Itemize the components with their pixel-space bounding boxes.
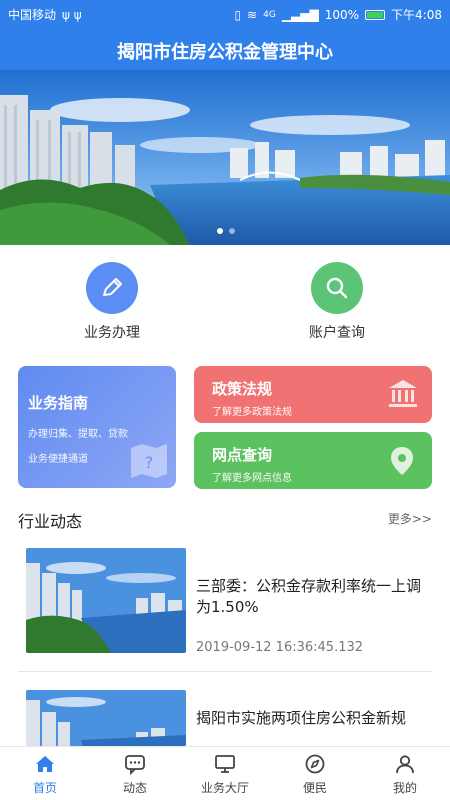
app-header: 中国移动 ψ ψ ▯ ≋ 4G ▁▃▅▇ 100% 下午4:08 揭阳市住房公积… [0,0,450,70]
wifi-icon: ≋ [247,7,258,22]
guide-title: 业务指南 [28,394,89,412]
news-date: 2019-09-12 16:36:45.132 [196,640,364,655]
quick-action-business[interactable]: 业务办理 [42,262,182,342]
quick-action-business-circle [86,262,138,314]
policy-title: 政策法规 [212,380,273,398]
home-icon [36,756,54,772]
carousel-dot-2[interactable] [229,228,235,234]
search-icon [326,277,348,299]
guide-line-1: 办理归集、提取、贷款 [28,429,128,440]
outlets-subtitle: 了解更多网点信息 [212,473,292,484]
news-item[interactable]: 三部委：公积金存款利率统一上调为1.50% 2019-09-12 16:36:4… [18,548,432,658]
tab-service-hall-label: 业务大厅 [200,781,249,795]
quick-action-account-label: 账户查询 [309,325,365,341]
bottom-nav: 首页 动态 业务大厅 便民 我的 [0,746,450,800]
map-icon: ? [131,444,167,478]
tab-mine-label: 我的 [392,781,417,795]
news-item[interactable]: 揭阳市实施两项住房公积金新规 [18,690,432,750]
carrier-label: 中国移动 [8,8,57,22]
quick-action-account[interactable]: 账户查询 [267,262,407,342]
policy-subtitle: 了解更多政策法规 [212,407,292,418]
status-bar: 中国移动 ψ ψ ▯ ≋ 4G ▁▃▅▇ 100% 下午4:08 [0,0,450,26]
news-thumbnail [26,548,186,653]
clock: 下午4:08 [391,8,442,22]
tab-mine[interactable]: 我的 [360,753,450,796]
banner-image [0,70,450,245]
guide-card[interactable]: 业务指南 办理归集、提取、贷款 业务便捷通道 ? [18,366,176,488]
bank-icon [389,380,417,407]
outlets-card[interactable]: 网点查询 了解更多网点信息 [194,432,432,489]
tab-convenience[interactable]: 便民 [270,753,360,796]
news-divider [18,671,432,672]
signal-label: 4G [263,9,276,20]
news-title: 三部委：公积金存款利率统一上调为1.50% [196,577,422,616]
pencil-icon [103,278,122,296]
outlets-title: 网点查询 [212,446,273,464]
quick-action-account-circle [311,262,363,314]
news-title: 揭阳市实施两项住房公积金新规 [196,709,407,727]
policy-card[interactable]: 政策法规 了解更多政策法规 [194,366,432,423]
guide-line-2: 业务便捷通道 [28,454,88,465]
vibrate-icon: ▯ [234,7,242,22]
quick-action-business-label: 业务办理 [84,325,140,341]
section-title: 行业动态 [18,512,83,531]
industry-news-header: 行业动态 更多>> [18,508,432,531]
tab-home[interactable]: 首页 [0,753,90,796]
tab-service-hall[interactable]: 业务大厅 [180,753,270,796]
user-icon [396,755,414,774]
tab-news[interactable]: 动态 [90,753,180,796]
quick-actions: 业务办理 账户查询 [0,262,450,342]
banner-carousel[interactable] [0,70,450,245]
svg-text:?: ? [145,453,154,472]
signal-bars-icon: ▁▃▅▇ [281,7,319,22]
compass-icon [305,754,325,774]
battery-icon [365,9,386,20]
location-pin-icon [391,447,413,475]
message-icon [125,755,145,775]
tab-news-label: 动态 [122,781,147,795]
tab-home-label: 首页 [32,781,57,795]
usb-icon: ψ ψ [62,7,82,22]
page-title: 揭阳市住房公积金管理中心 [117,42,333,63]
carousel-dot-1[interactable] [217,228,223,234]
monitor-icon [215,755,235,773]
news-thumbnail [26,690,186,746]
battery-percent: 100% [324,7,360,22]
tab-convenience-label: 便民 [302,781,327,795]
more-link[interactable]: 更多>> [388,510,432,527]
